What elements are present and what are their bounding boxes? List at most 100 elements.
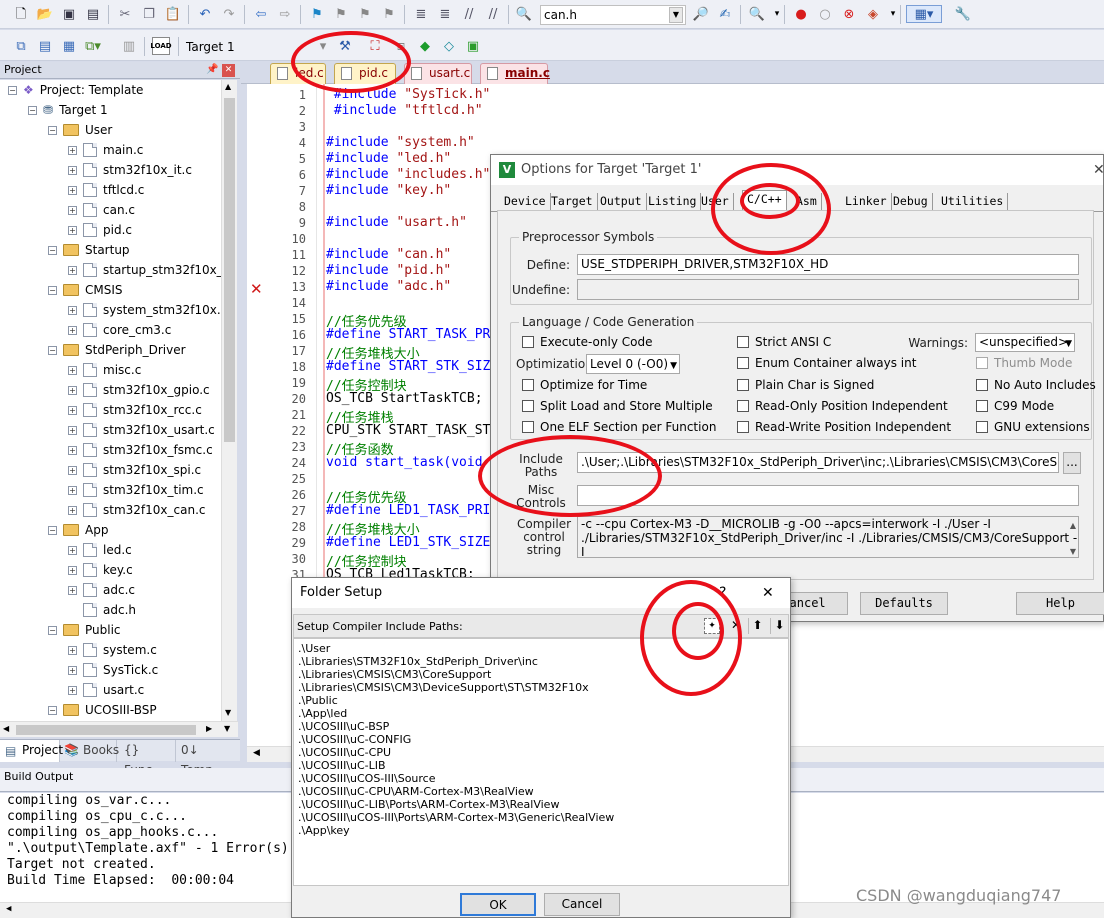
expand-icon[interactable]: + xyxy=(68,265,77,275)
chevron-down-icon[interactable]: ▼ xyxy=(669,7,683,23)
window-layout-icon[interactable]: ▦▾ xyxy=(906,5,942,23)
scroll-up-icon[interactable]: ▲ xyxy=(1070,519,1076,533)
kill-breakpoints-icon[interactable]: ⊗ xyxy=(840,5,858,23)
expand-icon[interactable]: + xyxy=(68,385,77,395)
scroll-down-icon[interactable]: ▼ xyxy=(1070,545,1076,557)
move-down-icon[interactable]: ⬇ xyxy=(770,618,788,634)
disable-breakpoint-icon[interactable]: ○ xyxy=(816,5,834,23)
incremental-find-icon[interactable]: ✍ xyxy=(716,5,734,23)
code-line[interactable]: #include "can.h" xyxy=(326,247,451,262)
find-icon[interactable]: 🔎 xyxy=(692,5,710,23)
tree-file[interactable]: + pid.c xyxy=(68,220,132,240)
tree-file[interactable]: + SysTick.c xyxy=(68,660,158,680)
project-tree[interactable]: − ❖ Project: Template − ⛃ Target 1 − User + mai… xyxy=(0,80,236,721)
tree-file[interactable]: + adc.c xyxy=(68,580,135,600)
wrench-settings-icon[interactable]: 🔧 xyxy=(954,5,972,23)
tab-usart-c[interactable]: usart.c xyxy=(404,63,472,84)
expand-icon[interactable]: + xyxy=(68,665,77,675)
include-path-item[interactable]: .\Public xyxy=(298,694,338,707)
execute-only-checkbox[interactable]: Execute-only Code xyxy=(522,334,652,350)
code-line[interactable]: OS_TCB StartTaskTCB; xyxy=(326,391,483,406)
expand-icon[interactable]: + xyxy=(68,465,77,475)
expand-icon[interactable]: + xyxy=(68,405,77,415)
collapse-icon[interactable]: − xyxy=(8,85,17,95)
code-line[interactable]: #include "key.h" xyxy=(326,183,451,198)
gnu-ext-checkbox[interactable]: GNU extensions xyxy=(976,419,1090,435)
tree-file[interactable]: + core_cm3.c xyxy=(68,320,171,340)
tree-file[interactable]: + stm32f10x_spi.c xyxy=(68,460,201,480)
configure-icon[interactable]: ◈ xyxy=(864,5,882,23)
tree-file[interactable]: + stm32f10x_gpio.c xyxy=(68,380,210,400)
expand-icon[interactable]: + xyxy=(68,645,77,655)
collapse-icon[interactable]: − xyxy=(48,245,57,255)
options-tab[interactable]: Device xyxy=(500,193,551,210)
collapse-icon[interactable]: − xyxy=(48,625,57,635)
undefine-field[interactable] xyxy=(577,279,1079,300)
error-marker-icon[interactable]: ✕ xyxy=(250,280,263,298)
breakpoint-icon[interactable]: ● xyxy=(792,5,810,23)
code-line[interactable]: #define START_STK_SIZ xyxy=(326,359,490,374)
save-all-icon[interactable]: ▤ xyxy=(84,5,102,23)
expand-icon[interactable]: + xyxy=(68,585,77,595)
redo-icon[interactable]: ↷ xyxy=(220,5,238,23)
tab-templates[interactable]: 0↓ Temp... xyxy=(177,740,239,777)
expand-icon[interactable]: + xyxy=(68,165,77,175)
expand-icon[interactable]: + xyxy=(68,205,77,215)
cut-icon[interactable]: ✂ xyxy=(116,5,134,23)
scroll-down-icon[interactable]: ▼ xyxy=(225,708,231,717)
tree-file[interactable]: + main.c xyxy=(68,140,143,160)
next-bookmark-icon[interactable]: ⚑ xyxy=(356,5,374,23)
move-up-icon[interactable]: ⬆ xyxy=(748,618,766,634)
rw-position-checkbox[interactable]: Read-Write Position Independent xyxy=(737,419,951,435)
include-path-item[interactable]: .\UCOSIII\uC-LIB xyxy=(298,759,386,772)
undo-icon[interactable]: ↶ xyxy=(196,5,214,23)
include-path-item[interactable]: .\UCOSIII\uC-CPU\ARM-Cortex-M3\RealView xyxy=(298,785,534,798)
tree-file[interactable]: + tftlcd.c xyxy=(68,180,144,200)
code-line[interactable]: CPU_STK START_TASK_ST xyxy=(326,423,490,438)
tree-group[interactable]: − UCOSIII-BSP xyxy=(48,700,157,720)
collapse-icon[interactable]: − xyxy=(48,705,57,715)
checkbox-box[interactable] xyxy=(522,336,534,348)
download-load-icon[interactable]: LOAD xyxy=(150,37,172,55)
new-file-icon[interactable]: 🗋 xyxy=(12,5,30,23)
warnings-select[interactable]: <unspecified> ▼ xyxy=(975,333,1075,352)
nav-back-icon[interactable]: ⇦ xyxy=(252,5,270,23)
checkbox-box[interactable] xyxy=(976,379,988,391)
include-path-item[interactable]: .\UCOSIII\uC-BSP xyxy=(298,720,389,733)
code-line[interactable]: #include "adc.h" xyxy=(326,279,451,294)
unindent-icon[interactable]: ≣ xyxy=(436,5,454,23)
rebuild-icon[interactable]: ▦ xyxy=(60,37,78,55)
chevron-down-icon[interactable]: ▼ xyxy=(1065,336,1072,351)
checkbox-box[interactable] xyxy=(522,421,534,433)
tree-file[interactable]: + stm32f10x_usart.c xyxy=(68,420,215,440)
collapse-icon[interactable]: − xyxy=(48,525,57,535)
ro-position-checkbox[interactable]: Read-Only Position Independent xyxy=(737,398,948,414)
plain-char-checkbox[interactable]: Plain Char is Signed xyxy=(737,377,874,393)
options-tab[interactable]: Utilities xyxy=(937,193,1009,210)
optimization-select[interactable]: Level 0 (-O0) ▼ xyxy=(586,354,680,374)
options-tab[interactable]: Linker xyxy=(841,193,892,210)
tree-file[interactable]: + system_stm32f10x.c xyxy=(68,300,227,320)
scroll-right-icon[interactable]: ▶ xyxy=(206,724,212,733)
code-line[interactable]: void start_task(void xyxy=(326,455,483,470)
copy-icon[interactable]: ❐ xyxy=(140,5,158,23)
define-field[interactable]: USE_STDPERIPH_DRIVER,STM32F10X_HD xyxy=(577,254,1079,275)
tree-group[interactable]: − User xyxy=(48,120,112,140)
checkbox-box[interactable] xyxy=(522,400,534,412)
no-auto-includes-checkbox[interactable]: No Auto Includes xyxy=(976,377,1096,393)
split-load-checkbox[interactable]: Split Load and Store Multiple xyxy=(522,398,713,414)
build-icon[interactable]: ▤ xyxy=(36,37,54,55)
thumb-mode-checkbox[interactable]: Thumb Mode xyxy=(976,355,1072,371)
include-path-item[interactable]: .\Libraries\STM32F10x_StdPeriph_Driver\i… xyxy=(298,655,538,668)
include-path-item[interactable]: .\UCOSIII\uCOS-III\Ports\ARM-Cortex-M3\G… xyxy=(298,811,614,824)
checkbox-box[interactable] xyxy=(737,400,749,412)
collapse-icon[interactable]: − xyxy=(48,125,57,135)
code-line[interactable]: #include "includes.h" xyxy=(326,167,490,182)
scroll-left-icon[interactable]: ◀ xyxy=(3,724,9,733)
code-line[interactable]: #define START_TASK_PR xyxy=(326,327,490,342)
one-elf-checkbox[interactable]: One ELF Section per Function xyxy=(522,419,716,435)
expand-icon[interactable]: + xyxy=(68,185,77,195)
pack-installer-icon[interactable]: ◆ xyxy=(416,37,434,55)
code-line[interactable]: #define LED1_TASK_PRI xyxy=(326,503,490,518)
tree-file[interactable]: + system.c xyxy=(68,640,157,660)
